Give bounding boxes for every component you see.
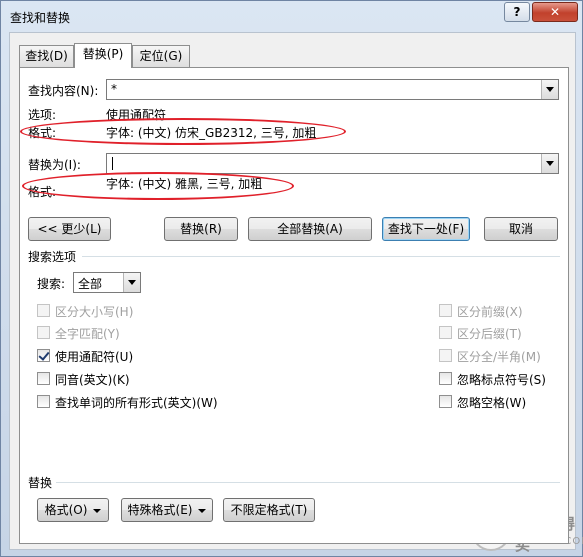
ignore-whitespace-checkbox[interactable]: [439, 395, 452, 408]
text-caret: [112, 157, 113, 170]
search-direction-select[interactable]: 全部: [73, 272, 141, 293]
match-suffix-checkbox[interactable]: [439, 326, 452, 339]
replace-button[interactable]: 替换(R): [164, 217, 238, 241]
sounds-like-label: 同音(英文)(K): [55, 373, 130, 387]
chevron-down-icon[interactable]: [123, 273, 140, 292]
tab-find[interactable]: 查找(D): [19, 45, 74, 67]
special-button-label: 特殊格式(E): [127, 503, 193, 517]
chevron-down-icon[interactable]: [541, 80, 558, 99]
annotation-oval: [20, 118, 346, 145]
find-what-combobox[interactable]: *: [106, 79, 559, 100]
less-button[interactable]: << 更少(L): [28, 217, 111, 241]
match-width-label: 区分全/半角(M): [457, 350, 541, 364]
tab-replace[interactable]: 替换(P): [74, 43, 132, 68]
find-replace-dialog: 查找和替换 ? ✕ 查找(D) 替换(P) 定位(G) 查找内容(N): * 选…: [0, 0, 583, 557]
all-word-forms-checkbox[interactable]: [37, 395, 50, 408]
special-dropdown-button[interactable]: 特殊格式(E): [121, 498, 213, 522]
dropdown-arrow-icon: [198, 508, 207, 513]
search-options-heading: 搜索选项: [28, 250, 77, 264]
match-prefix-checkbox[interactable]: [439, 304, 452, 317]
dialog-client-area: 查找(D) 替换(P) 定位(G) 查找内容(N): * 选项: 使用通配符 格…: [9, 32, 576, 550]
use-wildcards-checkbox[interactable]: [37, 349, 50, 362]
dialog-title: 查找和替换: [10, 11, 71, 25]
chevron-down-icon[interactable]: [541, 154, 558, 173]
no-formatting-button[interactable]: 不限定格式(T): [223, 498, 315, 522]
whole-word-checkbox[interactable]: [37, 326, 50, 339]
cancel-button[interactable]: 取消: [484, 217, 558, 241]
find-next-button[interactable]: 查找下一处(F): [382, 217, 470, 241]
find-options-label: 选项:: [28, 108, 57, 122]
replace-all-button[interactable]: 全部替换(A): [248, 217, 372, 241]
close-button[interactable]: ✕: [532, 2, 578, 22]
match-case-checkbox[interactable]: [37, 304, 50, 317]
format-button-label: 格式(O): [44, 503, 88, 517]
tab-goto[interactable]: 定位(G): [132, 45, 190, 67]
replace-with-combobox[interactable]: [106, 153, 559, 174]
help-button[interactable]: ?: [504, 2, 530, 22]
match-suffix-label: 区分后缀(T): [457, 327, 522, 341]
divider: [82, 256, 560, 257]
search-direction-value: 全部: [78, 277, 103, 291]
whole-word-label: 全字匹配(Y): [55, 327, 120, 341]
find-what-value: *: [111, 82, 117, 96]
all-word-forms-label: 查找单词的所有形式(英文)(W): [55, 396, 218, 410]
sounds-like-checkbox[interactable]: [37, 372, 50, 385]
ignore-whitespace-label: 忽略空格(W): [457, 396, 527, 410]
annotation-oval: [22, 172, 294, 200]
divider: [56, 482, 560, 483]
match-width-checkbox[interactable]: [439, 349, 452, 362]
dropdown-arrow-icon: [93, 508, 102, 513]
match-prefix-label: 区分前缀(X): [457, 305, 523, 319]
replace-section-heading: 替换: [28, 476, 53, 490]
replace-with-label: 替换为(I):: [28, 158, 81, 172]
ignore-punctuation-label: 忽略标点符号(S): [457, 373, 546, 387]
find-what-label: 查找内容(N):: [28, 84, 99, 98]
ignore-punctuation-checkbox[interactable]: [439, 372, 452, 385]
replace-tab-panel: 查找内容(N): * 选项: 使用通配符 格式: 字体: (中文) 仿宋_GB2…: [19, 67, 569, 544]
match-case-label: 区分大小写(H): [55, 305, 134, 319]
format-dropdown-button[interactable]: 格式(O): [37, 498, 109, 522]
search-direction-label: 搜索:: [37, 277, 66, 291]
title-bar[interactable]: 查找和替换 ? ✕: [1, 1, 582, 31]
use-wildcards-label: 使用通配符(U): [55, 350, 134, 364]
